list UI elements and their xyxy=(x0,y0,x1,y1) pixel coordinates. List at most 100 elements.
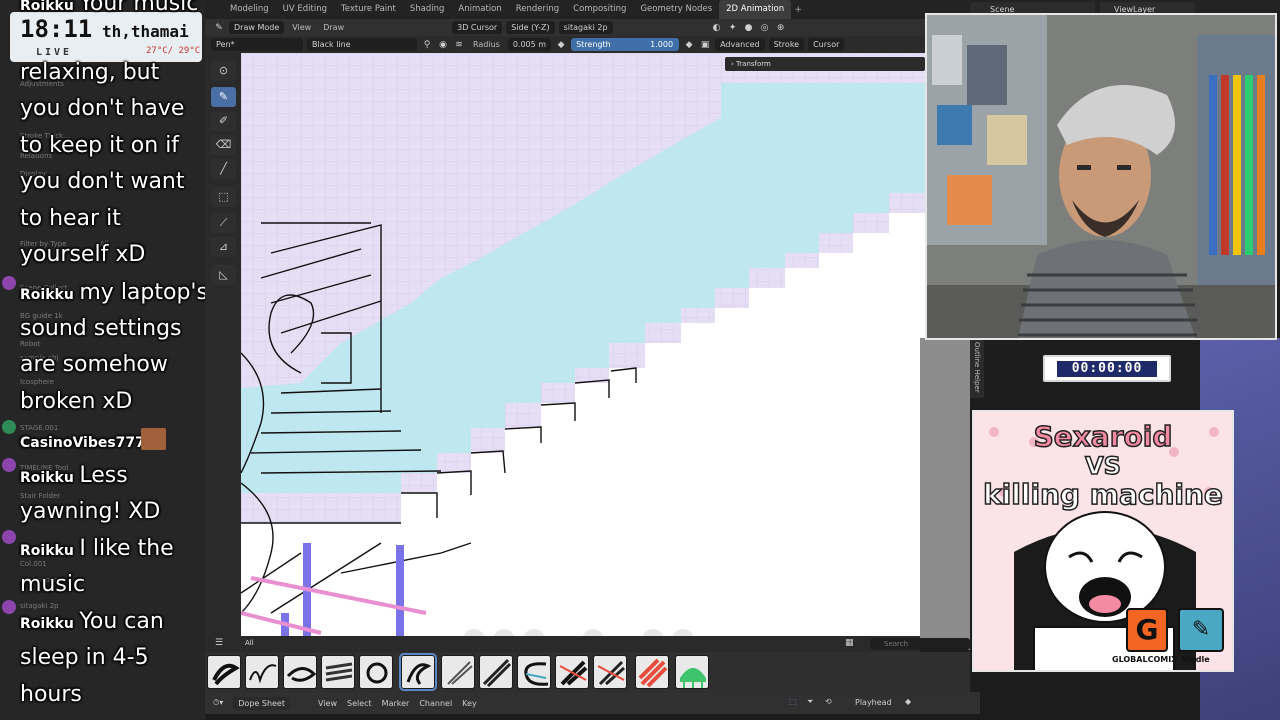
tab-modeling[interactable]: Modeling xyxy=(223,0,276,19)
layer-dropdown[interactable]: sitagaki 2p xyxy=(558,21,613,34)
chat-text: I like the xyxy=(79,536,174,561)
brush-thumbnail[interactable] xyxy=(555,655,589,689)
tab-uv-editing[interactable]: UV Editing xyxy=(276,0,334,19)
tool-settings-header: Pen* Black line ⚲ ◉ ≋ Radius 0.005 m ◆ S… xyxy=(205,36,925,53)
draw-menu[interactable]: Draw xyxy=(319,23,348,32)
cursor-dropdown[interactable]: 3D Cursor xyxy=(452,21,503,34)
advanced-dropdown[interactable]: Advanced xyxy=(715,38,765,51)
sphere-icon[interactable]: ◉ xyxy=(437,39,449,51)
display-icon[interactable]: ◎ xyxy=(759,22,771,34)
viewport-settings-icon[interactable]: ⊕ xyxy=(775,22,787,34)
brush-thumbnail[interactable] xyxy=(479,655,513,689)
cursor-settings-dropdown[interactable]: Cursor xyxy=(808,38,845,51)
stroke-dropdown[interactable]: Stroke xyxy=(768,38,805,51)
shape-tool-icon[interactable]: ◺ xyxy=(211,265,236,285)
tab-texture-paint[interactable]: Texture Paint xyxy=(334,0,403,19)
line-tool-icon[interactable]: ⊿ xyxy=(211,237,236,257)
chat-message: Roikku Your music xyxy=(20,0,205,23)
brush-stroke-preview xyxy=(680,668,706,688)
brush-search-input[interactable]: Search xyxy=(870,638,970,650)
cutter-tool-icon[interactable]: ⬚ xyxy=(211,187,236,207)
brush-thumbnail[interactable] xyxy=(359,655,393,689)
chat-message: you don't want xyxy=(20,164,205,201)
material-dropdown[interactable]: Black line xyxy=(307,38,417,51)
brush-thumbnail[interactable] xyxy=(321,655,355,689)
stream-timer: 00:00:00 xyxy=(1043,355,1171,382)
brush-thumbnail[interactable] xyxy=(675,655,709,689)
outline-helper-tab[interactable]: Outline Helper xyxy=(970,338,984,398)
pressure-strength-icon[interactable]: ◆ xyxy=(683,39,695,51)
editor-type-icon[interactable]: ⏱▾ xyxy=(213,698,223,708)
snap-icon[interactable]: ⟲ xyxy=(825,697,832,706)
chat-message: Roikku Less xyxy=(20,458,205,495)
brush-preview-icon[interactable]: ≋ xyxy=(453,39,465,51)
keyframe-type-icon[interactable]: ◆ xyxy=(905,697,911,706)
strength-field[interactable]: Strength 1.000 xyxy=(571,38,680,51)
overlay-icon[interactable]: ◐ xyxy=(711,22,723,34)
tab-shading[interactable]: Shading xyxy=(403,0,452,19)
dope-key-menu[interactable]: Key xyxy=(462,699,477,708)
brush-stroke-preview xyxy=(406,663,432,685)
brush-thumbnail[interactable] xyxy=(207,655,241,689)
menu-icon[interactable]: ☰ xyxy=(215,638,223,648)
draw-tool-icon[interactable]: ✎ xyxy=(211,87,236,107)
shading-icon[interactable]: ● xyxy=(743,22,755,34)
lock-icon[interactable]: ▣ xyxy=(699,39,711,51)
drawing-canvas[interactable] xyxy=(241,53,925,650)
tab-geometry-nodes[interactable]: Geometry Nodes xyxy=(633,0,719,19)
pressure-radius-icon[interactable]: ◆ xyxy=(555,39,567,51)
mode-dropdown[interactable]: Draw Mode xyxy=(229,21,285,34)
brush-thumbnail[interactable] xyxy=(441,655,475,689)
brush-filter-all[interactable]: All xyxy=(245,639,254,647)
dope-select-menu[interactable]: Select xyxy=(347,699,372,708)
avatar xyxy=(141,428,166,450)
brush-thumbnail[interactable] xyxy=(283,655,317,689)
dope-view-menu[interactable]: View xyxy=(318,699,337,708)
axis-dropdown[interactable]: Side (Y-Z) xyxy=(506,21,555,34)
dope-marker-menu[interactable]: Marker xyxy=(382,699,410,708)
fill-tool-icon[interactable]: ✐ xyxy=(211,111,236,131)
dope-channel-menu[interactable]: Channel xyxy=(419,699,452,708)
pin-icon[interactable]: ⚲ xyxy=(421,39,433,51)
filter-icon[interactable]: ⏷ xyxy=(807,697,813,707)
eyedropper-tool-icon[interactable]: ⟋ xyxy=(211,213,236,233)
tab-rendering[interactable]: Rendering xyxy=(509,0,566,19)
timer-digits: 00:00:00 xyxy=(1057,361,1157,377)
gizmo-icon[interactable]: ✦ xyxy=(727,22,739,34)
chat-message: broken xD xyxy=(20,384,205,421)
tab-2d-animation[interactable]: 2D Animation xyxy=(719,0,792,19)
cover-title-2: VS xyxy=(1084,451,1121,481)
chat-text: yourself xD xyxy=(20,242,146,267)
dope-sheet-mode-dropdown[interactable]: Dope Sheet xyxy=(233,696,290,710)
brush-stroke-preview xyxy=(447,661,473,685)
brush-thumbnail[interactable] xyxy=(399,653,437,691)
outliner-row[interactable]: STAGE.001 xyxy=(20,424,58,432)
brush-thumbnail[interactable] xyxy=(245,655,279,689)
playhead-label[interactable]: Playhead xyxy=(855,698,892,707)
radius-field[interactable]: 0.005 m xyxy=(507,38,552,51)
dope-sheet-controls: ⬚ ⏷ ⟲ Playhead ◆ xyxy=(785,692,980,714)
cursor-tool-icon[interactable]: ⊙ xyxy=(211,61,236,81)
brush-thumbnail[interactable] xyxy=(517,655,551,689)
erase-tool-icon[interactable]: ⌫ xyxy=(211,135,236,155)
add-workspace-icon[interactable]: + xyxy=(791,5,805,15)
brush-stroke-preview xyxy=(249,664,277,684)
transform-panel[interactable]: › Transform xyxy=(725,57,925,71)
globalcomix-logo-icon: G xyxy=(1126,608,1168,652)
brush-stroke-preview xyxy=(597,660,625,686)
chat-username: CasinoVibes777 xyxy=(20,435,145,451)
chat-text: yawning! XD xyxy=(20,499,161,524)
tab-animation[interactable]: Animation xyxy=(451,0,508,19)
chat-text: sound settings xyxy=(20,316,182,341)
webcam-feed xyxy=(925,13,1277,340)
view-menu[interactable]: View xyxy=(288,23,315,32)
tint-tool-icon[interactable]: ╱ xyxy=(211,159,236,179)
chat-text: you don't want xyxy=(20,169,185,194)
cover-title-3: killing machine xyxy=(982,477,1223,512)
brush-thumbnail[interactable] xyxy=(635,655,669,689)
brush-thumbnail[interactable] xyxy=(593,655,627,689)
tab-compositing[interactable]: Compositing xyxy=(566,0,633,19)
grid-view-icon[interactable]: ▦ xyxy=(845,638,854,648)
brush-dropdown[interactable]: Pen* xyxy=(211,38,303,51)
select-tool-icon[interactable]: ⬚ xyxy=(789,697,797,706)
